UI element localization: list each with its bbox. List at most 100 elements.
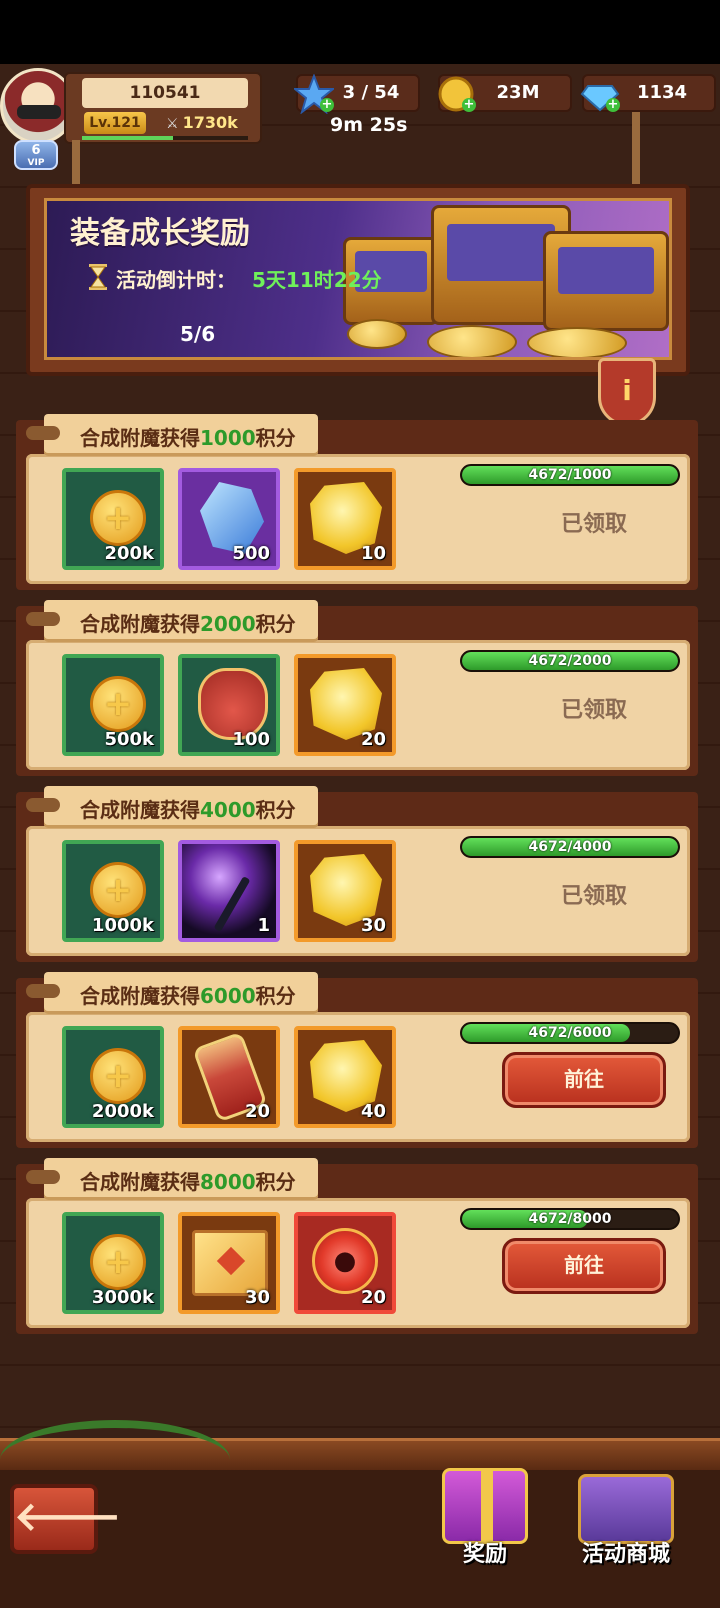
countdown-label: 活动倒计时： bbox=[116, 268, 236, 292]
reward-item[interactable]: 200k bbox=[62, 468, 164, 570]
task-title-prefix: 合成附魔获得 bbox=[80, 612, 200, 636]
reward-quantity: 3000k bbox=[91, 1287, 154, 1308]
task-target-value: 4000 bbox=[200, 798, 256, 822]
task-title-prefix: 合成附魔获得 bbox=[80, 798, 200, 822]
coin-pile-icon bbox=[347, 319, 407, 349]
power-text: 1730k bbox=[182, 113, 238, 132]
task-title-prefix: 合成附魔获得 bbox=[80, 1170, 200, 1194]
energy-resource[interactable]: + 3 / 54 bbox=[294, 74, 420, 114]
claimed-status: 已领取 bbox=[560, 698, 627, 723]
progress-bar: 4672/1000 bbox=[460, 464, 680, 486]
reward-quantity: 20 bbox=[244, 1101, 270, 1122]
claimed-status: 已领取 bbox=[560, 512, 627, 537]
task-card: 合成附魔获得1000积分 200k 500 10 4672/1000 已领取 bbox=[16, 414, 698, 590]
energy-timer: 9m 25s bbox=[330, 114, 408, 136]
task-title: 合成附魔获得1000积分 bbox=[80, 422, 296, 451]
task-target-value: 6000 bbox=[200, 984, 256, 1008]
reward-quantity: 2000k bbox=[91, 1101, 154, 1122]
reward-item[interactable]: 2000k bbox=[62, 1026, 164, 1128]
reward-item[interactable]: 500k bbox=[62, 654, 164, 756]
reward-item[interactable]: 100 bbox=[178, 654, 280, 756]
reward-quantity: 500k bbox=[104, 729, 154, 750]
progress-bar: 4672/8000 bbox=[460, 1208, 680, 1230]
treasure-chest-right bbox=[543, 231, 669, 331]
task-target-value: 1000 bbox=[200, 426, 256, 450]
reward-item[interactable]: 40 bbox=[294, 1026, 396, 1128]
rewards-button[interactable]: 奖励 bbox=[420, 1454, 550, 1574]
reward-quantity: 1 bbox=[257, 915, 270, 936]
banner-page-indicator: 5/6 bbox=[180, 322, 216, 346]
rope-knot-icon bbox=[26, 984, 60, 998]
avatar-mask bbox=[17, 105, 61, 119]
reward-item[interactable]: 30 bbox=[178, 1212, 280, 1314]
task-target-value: 2000 bbox=[200, 612, 256, 636]
gem-value: 1134 bbox=[636, 82, 688, 103]
rewards-label: 奖励 bbox=[462, 1542, 507, 1567]
task-target-value: 8000 bbox=[200, 1170, 256, 1194]
vip-label: VIP bbox=[27, 158, 45, 168]
progress-text: 4672/8000 bbox=[528, 1211, 612, 1227]
task-title: 合成附魔获得2000积分 bbox=[80, 608, 296, 637]
task-card: 合成附魔获得4000积分 1000k 1 30 4672/4000 已领取 bbox=[16, 786, 698, 962]
task-title-prefix: 合成附魔获得 bbox=[80, 426, 200, 450]
vip-level: 6 bbox=[31, 143, 41, 158]
countdown-value: 5天11时22分 bbox=[252, 268, 382, 292]
xp-fill bbox=[82, 136, 174, 140]
reward-item[interactable]: 20 bbox=[294, 654, 396, 756]
rope-knot-icon bbox=[26, 426, 60, 440]
level-badge: Lv.121 bbox=[84, 112, 146, 134]
progress-text: 4672/1000 bbox=[528, 467, 612, 483]
hourglass-icon bbox=[89, 264, 107, 290]
reward-quantity: 20 bbox=[360, 1287, 386, 1308]
progress-text: 4672/6000 bbox=[528, 1025, 612, 1041]
gold-value: 23M bbox=[496, 82, 540, 103]
rope-knot-icon bbox=[26, 798, 60, 812]
task-title-suffix: 积分 bbox=[255, 984, 296, 1008]
rope-knot-icon bbox=[26, 1170, 60, 1184]
gold-resource[interactable]: + 23M bbox=[438, 74, 572, 112]
vip-badge[interactable]: 6 VIP bbox=[14, 140, 58, 170]
reward-item[interactable]: 1 bbox=[178, 840, 280, 942]
claimed-status: 已领取 bbox=[560, 884, 627, 909]
task-card: 合成附魔获得2000积分 500k 100 20 4672/2000 已领取 bbox=[16, 600, 698, 776]
go-button[interactable]: 前往 bbox=[502, 1238, 666, 1294]
paw-token-icon bbox=[312, 1228, 378, 1294]
reward-item[interactable]: 30 bbox=[294, 840, 396, 942]
rope-left bbox=[72, 140, 80, 190]
progress-bar: 4672/4000 bbox=[460, 836, 680, 858]
progress-bar: 4672/2000 bbox=[460, 650, 680, 672]
swords-icon: ⚔ bbox=[166, 116, 179, 132]
gift-box-icon bbox=[442, 1468, 528, 1544]
gold-coin-icon bbox=[90, 1234, 146, 1290]
gold-coin-icon bbox=[90, 490, 146, 546]
gold-coin-icon bbox=[90, 676, 146, 732]
player-id: 110541 bbox=[82, 78, 248, 108]
rope-right bbox=[632, 112, 640, 190]
gold-coin-icon bbox=[90, 1048, 146, 1104]
coin-pile-icon bbox=[427, 325, 517, 357]
go-button[interactable]: 前往 bbox=[502, 1052, 666, 1108]
treasure-chest-icon bbox=[578, 1474, 674, 1544]
task-card: 合成附魔获得8000积分 3000k 30 20 4672/8000 前往 bbox=[16, 1158, 698, 1334]
task-title: 合成附魔获得4000积分 bbox=[80, 794, 296, 823]
back-arrow-button[interactable]: 🡐 bbox=[10, 1484, 121, 1554]
task-title-suffix: 积分 bbox=[255, 798, 296, 822]
reward-quantity: 200k bbox=[104, 543, 154, 564]
reward-item[interactable]: 3000k bbox=[62, 1212, 164, 1314]
reward-item[interactable]: 500 bbox=[178, 468, 280, 570]
reward-quantity: 1000k bbox=[91, 915, 154, 936]
status-bar bbox=[0, 0, 720, 64]
task-title-suffix: 积分 bbox=[255, 612, 296, 636]
reward-item[interactable]: 1000k bbox=[62, 840, 164, 942]
reward-quantity: 20 bbox=[360, 729, 386, 750]
reward-quantity: 10 bbox=[360, 543, 386, 564]
progress-text: 4672/4000 bbox=[528, 839, 612, 855]
progress-bar: 4672/6000 bbox=[460, 1022, 680, 1044]
reward-item[interactable]: 20 bbox=[178, 1026, 280, 1128]
event-shop-button[interactable]: 活动商城 bbox=[560, 1454, 692, 1574]
reward-item[interactable]: 20 bbox=[294, 1212, 396, 1314]
reward-item[interactable]: 10 bbox=[294, 468, 396, 570]
gem-resource[interactable]: + 1134 bbox=[580, 74, 716, 112]
coin-pile-icon bbox=[527, 327, 627, 357]
task-title: 合成附魔获得6000积分 bbox=[80, 980, 296, 1009]
